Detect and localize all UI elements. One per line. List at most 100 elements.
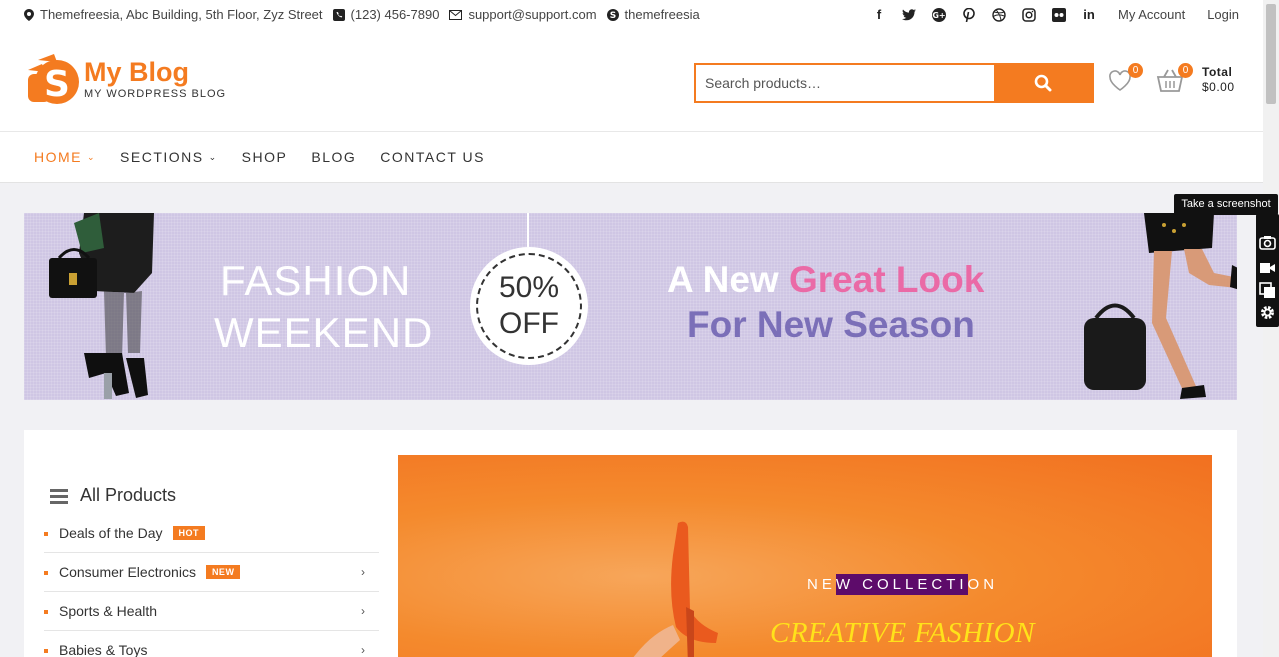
chevron-down-icon: ⌄: [87, 151, 97, 162]
headline-part1: A New: [667, 259, 779, 300]
skype-item[interactable]: S themefreesia: [606, 7, 700, 22]
category-label[interactable]: Deals of the Day: [59, 525, 163, 541]
banner-line2: WEEKEND: [214, 309, 434, 356]
flickr-icon[interactable]: [1051, 7, 1066, 22]
discount-badge: 50% OFF: [470, 247, 588, 365]
skype-icon: S: [606, 8, 619, 21]
phone-text[interactable]: (123) 456-7890: [351, 7, 440, 22]
kicker-a: NE: [807, 576, 836, 593]
chevron-right-icon: ›: [361, 604, 365, 618]
category-label[interactable]: Consumer Electronics: [59, 564, 196, 580]
cart-button[interactable]: 0: [1156, 63, 1193, 96]
cart-total[interactable]: Total $0.00: [1202, 65, 1235, 95]
hot-badge: HOT: [172, 526, 205, 540]
search-icon: [1034, 74, 1052, 92]
content-section: All Products Deals of the Day HOT Consum…: [24, 430, 1237, 657]
dribbble-icon[interactable]: [992, 7, 1006, 22]
address-text: Themefreesia, Abc Building, 5th Floor, Z…: [40, 7, 323, 22]
nav-item-blog[interactable]: BLOG: [311, 149, 356, 165]
nav-item-shop[interactable]: SHOP: [242, 149, 288, 165]
contact-info: Themefreesia, Abc Building, 5th Floor, Z…: [24, 7, 710, 22]
nav-label[interactable]: BLOG: [311, 149, 356, 165]
new-badge: NEW: [205, 565, 241, 579]
site-title[interactable]: My Blog: [84, 57, 226, 87]
category-item-babies[interactable]: Babies & Toys ›: [44, 631, 379, 657]
nav-label[interactable]: SHOP: [242, 149, 288, 165]
nav-item-sections[interactable]: SECTIONS ⌄: [120, 149, 218, 165]
my-account-link[interactable]: My Account: [1118, 7, 1185, 22]
high-heel-image: [633, 521, 718, 657]
instagram-icon[interactable]: [1022, 7, 1036, 22]
page-scrollbar[interactable]: [1263, 0, 1279, 657]
main-navigation: HOME ⌄ SECTIONS ⌄ SHOP BLOG CONTACT US: [0, 132, 1263, 183]
product-search: [694, 63, 1094, 103]
banner-line1: FASHION: [220, 257, 412, 304]
model-legs-image-right: [1084, 213, 1237, 399]
category-label[interactable]: Babies & Toys: [59, 642, 147, 657]
category-list: Deals of the Day HOT Consumer Electronic…: [44, 514, 379, 657]
all-products-heading[interactable]: All Products: [50, 485, 176, 506]
screenshot-tooltip: Take a screenshot: [1174, 194, 1278, 215]
nav-label[interactable]: SECTIONS: [120, 149, 204, 165]
address-item: Themefreesia, Abc Building, 5th Floor, Z…: [24, 7, 323, 22]
headline-part2: Great Look: [789, 259, 985, 300]
google-plus-icon[interactable]: G+: [931, 7, 946, 22]
chevron-right-icon: ›: [361, 565, 365, 579]
site-header: S My Blog MY WORDPRESS BLOG 0 0 Total $0…: [0, 30, 1263, 132]
pinterest-icon[interactable]: [962, 7, 976, 22]
email-item[interactable]: support@support.com: [449, 7, 597, 22]
search-button[interactable]: [994, 65, 1092, 101]
facebook-icon[interactable]: f: [872, 7, 886, 22]
wishlist-count-badge: 0: [1128, 63, 1143, 78]
cart-count-badge: 0: [1178, 63, 1193, 78]
banner-headline: A New Great Look For New Season: [667, 257, 984, 347]
svg-text:G+: G+: [932, 11, 945, 20]
new-collection-label: NEW COLLECTION: [807, 574, 999, 595]
chevron-right-icon: ›: [361, 643, 365, 657]
total-value: $0.00: [1202, 80, 1235, 94]
envelope-icon: [449, 9, 463, 20]
nav-item-contact-us[interactable]: CONTACT US: [380, 149, 485, 165]
topbar-right: f G+ in My Account Login: [856, 7, 1239, 22]
hero-title: CREATIVE FASHION: [770, 617, 1035, 649]
category-item-deals[interactable]: Deals of the Day HOT: [44, 514, 379, 553]
all-products-title: All Products: [80, 485, 177, 505]
email-text[interactable]: support@support.com: [468, 7, 596, 22]
login-link[interactable]: Login: [1207, 7, 1239, 22]
top-bar: Themefreesia, Abc Building, 5th Floor, Z…: [0, 0, 1263, 30]
chevron-down-icon: ⌄: [208, 151, 218, 162]
video-icon[interactable]: [1259, 259, 1276, 276]
nav-label[interactable]: CONTACT US: [380, 149, 485, 165]
headline-line2: For New Season: [687, 304, 975, 345]
discount-value: 50%: [498, 271, 560, 304]
screenshot-toolbar: [1256, 214, 1279, 327]
kicker-highlight: W COLLECTI: [835, 574, 968, 595]
skype-text[interactable]: themefreesia: [625, 7, 700, 22]
hamburger-icon: [50, 488, 68, 504]
copy-icon[interactable]: [1259, 282, 1276, 299]
nav-label[interactable]: HOME: [34, 149, 82, 165]
logo-icon[interactable]: S: [24, 52, 82, 106]
nav-item-home[interactable]: HOME ⌄: [34, 149, 96, 165]
scrollbar-thumb[interactable]: [1266, 4, 1276, 104]
map-marker-icon: [24, 8, 34, 21]
logo-text[interactable]: My Blog MY WORDPRESS BLOG: [84, 57, 226, 100]
camera-icon[interactable]: [1259, 234, 1276, 251]
wishlist-button[interactable]: 0: [1108, 63, 1143, 94]
hero-slider[interactable]: NEW COLLECTION CREATIVE FASHION: [398, 455, 1212, 657]
twitter-icon[interactable]: [901, 8, 916, 21]
settings-icon[interactable]: [1259, 304, 1276, 321]
fashion-weekend-text: FASHION WEEKEND: [214, 255, 433, 359]
category-item-electronics[interactable]: Consumer Electronics NEW ›: [44, 553, 379, 592]
promo-banner[interactable]: FASHION WEEKEND 50% OFF A New Great Look…: [24, 213, 1237, 400]
svg-text:S: S: [609, 11, 615, 21]
linkedin-icon[interactable]: in: [1082, 7, 1096, 22]
category-item-sports[interactable]: Sports & Health ›: [44, 592, 379, 631]
category-label[interactable]: Sports & Health: [59, 603, 157, 619]
total-label: Total: [1202, 65, 1233, 79]
search-input[interactable]: [696, 65, 994, 101]
kicker-c: ON: [967, 576, 999, 593]
phone-item[interactable]: (123) 456-7890: [332, 7, 440, 22]
svg-text:S: S: [44, 64, 70, 105]
phone-icon: [332, 8, 345, 21]
